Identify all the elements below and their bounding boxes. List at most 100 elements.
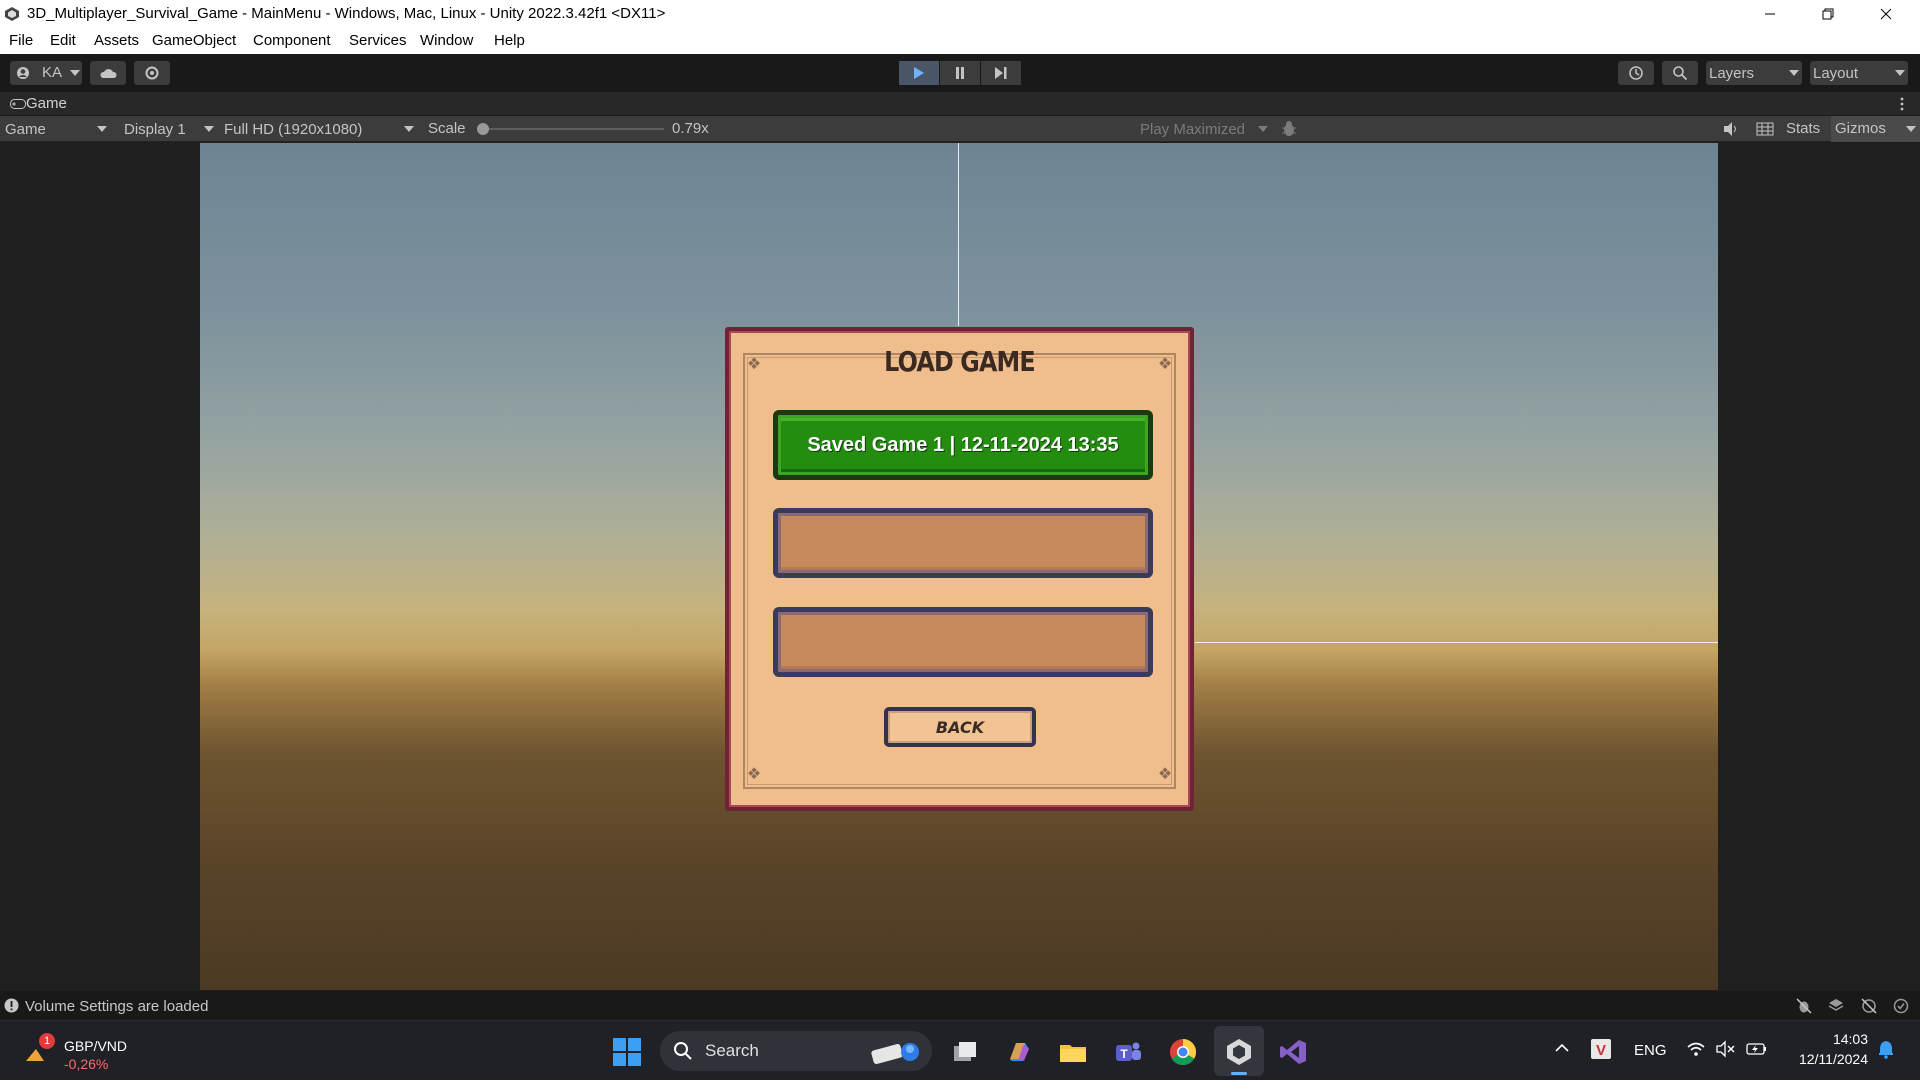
save-slot-label bbox=[778, 513, 1148, 573]
notification-badge: 1 bbox=[39, 1033, 55, 1049]
ornament-icon: ❖ bbox=[746, 766, 762, 783]
layers-dropdown[interactable]: Layers bbox=[1706, 61, 1802, 85]
status-bar: Volume Settings are loaded bbox=[0, 993, 1920, 1019]
view-mode-label: Game bbox=[5, 120, 46, 138]
menu-edit[interactable]: Edit bbox=[50, 32, 76, 49]
save-slot-2[interactable] bbox=[773, 508, 1153, 578]
taskbar-search-box[interactable]: Search bbox=[660, 1031, 932, 1071]
undo-history-button[interactable] bbox=[1618, 61, 1654, 85]
layers-stack-icon[interactable] bbox=[1828, 998, 1844, 1014]
svg-text:V: V bbox=[1596, 1042, 1606, 1059]
save-slot-3[interactable] bbox=[773, 607, 1153, 677]
scale-value: 0.79x bbox=[672, 120, 709, 137]
back-button[interactable]: BACK bbox=[884, 707, 1036, 747]
account-label: KA bbox=[42, 64, 63, 81]
ticker-name: GBP/VND bbox=[64, 1038, 128, 1054]
save-slot-1[interactable]: Saved Game 1 | 12-11-2024 13:35 bbox=[773, 410, 1153, 480]
ornament-icon: ❖ bbox=[746, 356, 762, 373]
display-dropdown[interactable]: Display 1 bbox=[118, 116, 218, 142]
view-mode-dropdown[interactable]: Game bbox=[0, 116, 112, 142]
debug-off-icon[interactable] bbox=[1796, 998, 1812, 1014]
chevron-down-icon bbox=[1895, 70, 1905, 76]
play-button[interactable] bbox=[899, 61, 939, 85]
play-mode-dropdown[interactable]: Play Maximized bbox=[1134, 116, 1270, 142]
language-indicator[interactable]: ENG bbox=[1634, 1042, 1667, 1059]
battery-charging-icon[interactable] bbox=[1746, 1040, 1768, 1058]
chevron-down-icon bbox=[1906, 126, 1916, 132]
menu-component[interactable]: Component bbox=[253, 32, 331, 49]
search-button[interactable] bbox=[1662, 61, 1698, 85]
back-label: BACK bbox=[935, 717, 985, 737]
menu-file[interactable]: File bbox=[9, 32, 33, 49]
tab-game[interactable]: Game bbox=[26, 95, 67, 112]
step-button[interactable] bbox=[981, 61, 1021, 85]
pause-icon bbox=[956, 67, 964, 79]
more-options-icon[interactable] bbox=[1900, 97, 1904, 111]
speaker-muted-icon[interactable] bbox=[1716, 1040, 1736, 1058]
minimize-button[interactable] bbox=[1741, 0, 1799, 28]
scale-slider-thumb[interactable] bbox=[477, 123, 489, 135]
minimize-icon bbox=[1765, 13, 1775, 15]
gamepad-icon bbox=[10, 99, 26, 109]
play-icon bbox=[914, 67, 924, 79]
main-toolbar: KA Layers Layout bbox=[0, 54, 1920, 92]
scene-line-vertical bbox=[958, 143, 959, 326]
network-off-icon[interactable] bbox=[1861, 998, 1877, 1014]
pause-button[interactable] bbox=[940, 61, 980, 85]
restore-icon bbox=[1822, 8, 1834, 20]
chevron-down-icon bbox=[70, 70, 80, 76]
close-button[interactable] bbox=[1857, 0, 1915, 28]
notification-bell-icon[interactable] bbox=[1877, 1039, 1895, 1059]
menu-services[interactable]: Services bbox=[349, 32, 407, 49]
file-explorer-icon[interactable] bbox=[1058, 1037, 1088, 1067]
search-icon bbox=[1673, 66, 1688, 81]
account-dropdown[interactable]: KA bbox=[10, 61, 82, 85]
stock-widget[interactable]: 1 GBP/VND -0,26% bbox=[20, 1033, 130, 1073]
ornament-icon: ❖ bbox=[1157, 766, 1173, 783]
menu-help[interactable]: Help bbox=[494, 32, 525, 49]
window-title-bar: 3D_Multiplayer_Survival_Game - MainMenu … bbox=[0, 0, 1920, 28]
scale-slider-track[interactable] bbox=[478, 128, 664, 130]
grid-icon[interactable] bbox=[1756, 121, 1774, 137]
scene-line-horizontal bbox=[1195, 642, 1718, 643]
gizmos-label: Gizmos bbox=[1835, 120, 1886, 137]
teams-icon[interactable]: T bbox=[1113, 1037, 1143, 1067]
check-circle-icon[interactable] bbox=[1893, 998, 1909, 1014]
chevron-down-icon bbox=[97, 126, 107, 132]
chrome-icon[interactable] bbox=[1168, 1037, 1198, 1067]
panel-title: LOAD GAME bbox=[884, 345, 1035, 378]
windows-start-icon[interactable] bbox=[612, 1037, 642, 1067]
copilot-icon[interactable] bbox=[1004, 1037, 1034, 1067]
chevron-down-icon bbox=[1258, 126, 1268, 132]
svg-text:T: T bbox=[1120, 1047, 1128, 1061]
gizmos-toggle[interactable]: Gizmos bbox=[1831, 116, 1920, 142]
menu-window[interactable]: Window bbox=[420, 32, 473, 49]
vivaldi-tray-icon[interactable]: V bbox=[1591, 1039, 1611, 1059]
close-icon bbox=[1880, 8, 1892, 20]
chevron-down-icon bbox=[1789, 70, 1799, 76]
menu-gameobject[interactable]: GameObject bbox=[152, 32, 236, 49]
task-view-icon[interactable] bbox=[950, 1037, 980, 1067]
save-slot-label: Saved Game 1 | 12-11-2024 13:35 bbox=[807, 433, 1119, 456]
unity-taskbar-button[interactable] bbox=[1214, 1026, 1264, 1076]
collab-button[interactable] bbox=[134, 61, 170, 85]
history-icon bbox=[1629, 66, 1643, 80]
restore-button[interactable] bbox=[1799, 0, 1857, 28]
stats-button[interactable]: Stats bbox=[1786, 120, 1820, 137]
cloud-button[interactable] bbox=[90, 61, 126, 85]
play-mode-label: Play Maximized bbox=[1140, 120, 1246, 138]
ornament-icon: ❖ bbox=[1157, 356, 1173, 373]
search-placeholder: Search bbox=[705, 1041, 759, 1060]
visual-studio-icon[interactable] bbox=[1278, 1037, 1308, 1067]
wifi-icon[interactable] bbox=[1686, 1040, 1706, 1058]
chevron-up-icon[interactable] bbox=[1554, 1043, 1570, 1053]
status-message[interactable]: Volume Settings are loaded bbox=[25, 998, 208, 1015]
resolution-dropdown[interactable]: Full HD (1920x1080) bbox=[218, 116, 418, 142]
mute-audio-icon[interactable] bbox=[1722, 121, 1740, 137]
layout-dropdown[interactable]: Layout bbox=[1810, 61, 1908, 85]
bug-icon[interactable] bbox=[1280, 120, 1298, 138]
clock-time[interactable]: 14:03 bbox=[1788, 1031, 1868, 1047]
menu-assets[interactable]: Assets bbox=[94, 32, 139, 49]
clock-date[interactable]: 12/11/2024 bbox=[1788, 1051, 1868, 1067]
cloud-icon bbox=[100, 69, 117, 78]
